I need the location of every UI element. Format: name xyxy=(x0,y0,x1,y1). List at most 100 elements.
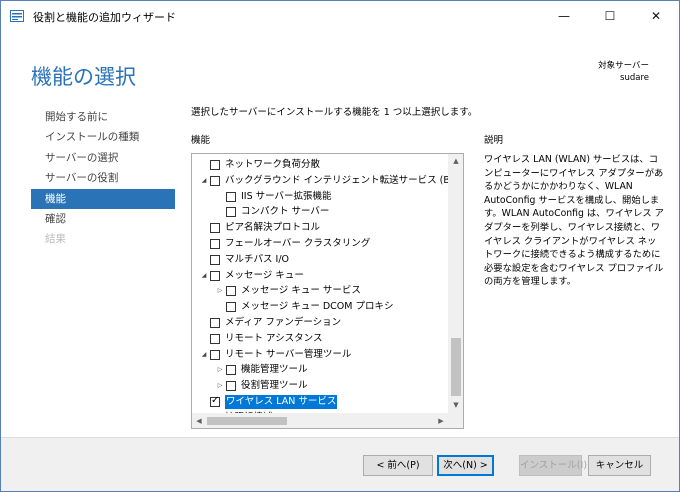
expander-placeholder xyxy=(199,239,209,249)
tree-item[interactable]: ◢ リモート サーバー管理ツール xyxy=(192,347,448,363)
expander-placeholder xyxy=(199,255,209,265)
horizontal-scroll-thumb[interactable] xyxy=(207,417,287,425)
wizard-nav: 開始する前に インストールの種類 サーバーの選択 サーバーの役割 機能 確認 結… xyxy=(31,107,175,250)
expander-placeholder xyxy=(199,397,209,407)
vertical-scrollbar[interactable]: ▲ ▼ xyxy=(448,154,463,413)
install-button: インストール(I) xyxy=(519,455,587,476)
tree-item[interactable]: メッセージ キュー DCOM プロキシ xyxy=(192,299,448,315)
expander-placeholder xyxy=(199,318,209,328)
cancel-button[interactable]: キャンセル xyxy=(588,455,651,476)
tree-item[interactable]: ピア名解決プロトコル xyxy=(192,220,448,236)
feature-checkbox[interactable] xyxy=(210,239,220,249)
previous-button[interactable]: < 前へ(P) xyxy=(363,455,433,476)
feature-checkbox[interactable] xyxy=(226,381,236,392)
feature-checkbox[interactable] xyxy=(210,175,220,186)
minimize-button[interactable]: — xyxy=(541,1,587,31)
tree-item-label[interactable]: メッセージ キュー サービス xyxy=(241,284,361,298)
nav-item-installation-type[interactable]: インストールの種類 xyxy=(31,127,175,147)
collapse-arrow-icon[interactable]: ◢ xyxy=(199,271,209,281)
nav-item-results: 結果 xyxy=(45,233,66,246)
expand-arrow-icon[interactable]: ▷ xyxy=(215,381,225,391)
tree-item-label[interactable]: IIS サーバー拡張機能 xyxy=(241,190,332,204)
nav-item-confirmation[interactable]: 確認 xyxy=(31,209,175,229)
feature-checkbox[interactable] xyxy=(226,207,236,218)
expander-placeholder xyxy=(199,334,209,344)
feature-checkbox[interactable] xyxy=(226,286,236,297)
description-heading: 説明 xyxy=(484,135,504,146)
tree-item-label[interactable]: メッセージ キュー DCOM プロキシ xyxy=(241,300,394,314)
feature-checkbox[interactable] xyxy=(210,333,220,344)
tree-item[interactable]: ネットワーク負荷分散 xyxy=(192,157,448,173)
tree-item-label[interactable]: バックグラウンド インテリジェント転送サービス (BITS) xyxy=(225,174,463,188)
tree-item[interactable]: ▷ メッセージ キュー サービス xyxy=(192,283,448,299)
expand-arrow-icon[interactable]: ▷ xyxy=(215,365,225,375)
tree-item-label[interactable]: コンパクト サーバー xyxy=(241,205,329,219)
tree-item[interactable]: ワイヤレス LAN サービス xyxy=(192,394,448,410)
tree-item[interactable]: フェールオーバー クラスタリング xyxy=(192,236,448,252)
close-button[interactable]: ✕ xyxy=(633,1,679,31)
next-button[interactable]: 次へ(N) > xyxy=(437,455,494,476)
tree-item-label[interactable]: メディア ファンデーション xyxy=(225,316,341,330)
horizontal-scrollbar[interactable]: ◀ ▶ xyxy=(192,413,448,428)
destination-server-label: 対象サーバー xyxy=(598,61,649,71)
page-title: 機能の選択 xyxy=(31,65,136,89)
expander-placeholder xyxy=(215,207,225,217)
nav-item-server-selection[interactable]: サーバーの選択 xyxy=(31,148,175,168)
maximize-icon: ☐ xyxy=(604,9,616,23)
collapse-arrow-icon[interactable]: ◢ xyxy=(199,350,209,360)
features-tree[interactable]: ネットワーク負荷分散 ◢ バックグラウンド インテリジェント転送サービス (BITS… xyxy=(191,153,464,429)
scroll-left-icon[interactable]: ◀ xyxy=(192,413,206,428)
feature-checkbox[interactable] xyxy=(226,191,236,202)
expander-placeholder xyxy=(199,160,209,170)
feature-checkbox[interactable] xyxy=(226,365,236,376)
feature-checkbox[interactable] xyxy=(226,302,236,313)
tree-item[interactable]: ◢ バックグラウンド インテリジェント転送サービス (BITS) xyxy=(192,173,463,189)
nav-item-server-roles[interactable]: サーバーの役割 xyxy=(31,168,175,188)
tree-item-label[interactable]: 機能管理ツール xyxy=(241,363,308,377)
wizard-header: 機能の選択 対象サーバー sudare xyxy=(1,31,679,95)
feature-checkbox[interactable] xyxy=(210,254,220,265)
tree-item-label[interactable]: マルチパス I/O xyxy=(225,253,289,267)
scroll-right-icon[interactable]: ▶ xyxy=(434,413,448,428)
tree-item[interactable]: ▷ 機能管理ツール xyxy=(192,362,448,378)
tree-item[interactable]: リモート アシスタンス xyxy=(192,331,448,347)
tree-item[interactable]: コンパクト サーバー xyxy=(192,204,448,220)
instruction-text: 選択したサーバーにインストールする機能を 1 つ以上選択します。 xyxy=(191,107,478,118)
nav-item-before-you-begin[interactable]: 開始する前に xyxy=(31,107,175,127)
tree-item-label[interactable]: 役割管理ツール xyxy=(241,379,308,393)
feature-checkbox[interactable] xyxy=(210,270,220,281)
tree-item[interactable]: メディア ファンデーション xyxy=(192,315,448,331)
feature-checkbox[interactable] xyxy=(210,349,220,360)
destination-server-name: sudare xyxy=(620,73,649,83)
expander-placeholder xyxy=(199,223,209,233)
feature-checkbox[interactable] xyxy=(210,160,220,170)
feature-description: ワイヤレス LAN (WLAN) サービスは、コンピューターにワイヤレス アダプ… xyxy=(484,154,664,288)
tree-item[interactable]: ◢ メッセージ キュー xyxy=(192,268,448,284)
tree-item-label[interactable]: ピア名解決プロトコル xyxy=(225,221,320,235)
wizard-body: 開始する前に インストールの種類 サーバーの選択 サーバーの役割 機能 確認 結… xyxy=(1,95,679,437)
feature-checkbox[interactable] xyxy=(210,395,220,407)
tree-item-label[interactable]: リモート サーバー管理ツール xyxy=(225,348,351,362)
tree-item[interactable]: マルチパス I/O xyxy=(192,252,448,268)
feature-checkbox[interactable] xyxy=(210,223,220,234)
tree-item-label[interactable]: ワイヤレス LAN サービス xyxy=(225,395,338,409)
expand-arrow-icon[interactable]: ▷ xyxy=(215,286,225,296)
vertical-scroll-thumb[interactable] xyxy=(451,338,461,396)
tree-item[interactable]: IIS サーバー拡張機能 xyxy=(192,189,448,205)
maximize-button[interactable]: ☐ xyxy=(587,1,633,31)
expander-placeholder xyxy=(215,302,225,312)
tree-item[interactable]: ▷ 役割管理ツール xyxy=(192,378,448,394)
server-manager-icon xyxy=(10,10,24,22)
scroll-up-icon[interactable]: ▲ xyxy=(448,154,463,168)
minimize-icon: — xyxy=(558,9,570,23)
tree-item-label[interactable]: ネットワーク負荷分散 xyxy=(225,158,320,172)
scroll-corner xyxy=(448,413,463,428)
nav-item-features[interactable]: 機能 xyxy=(31,188,175,209)
tree-item-label[interactable]: リモート アシスタンス xyxy=(225,332,322,346)
feature-checkbox[interactable] xyxy=(210,318,220,328)
tree-item-label[interactable]: フェールオーバー クラスタリング xyxy=(225,237,370,251)
title-bar[interactable]: 役割と機能の追加ウィザード — ☐ ✕ xyxy=(1,1,679,31)
tree-item-label[interactable]: メッセージ キュー xyxy=(225,269,304,283)
scroll-down-icon[interactable]: ▼ xyxy=(448,398,463,412)
collapse-arrow-icon[interactable]: ◢ xyxy=(199,176,209,186)
